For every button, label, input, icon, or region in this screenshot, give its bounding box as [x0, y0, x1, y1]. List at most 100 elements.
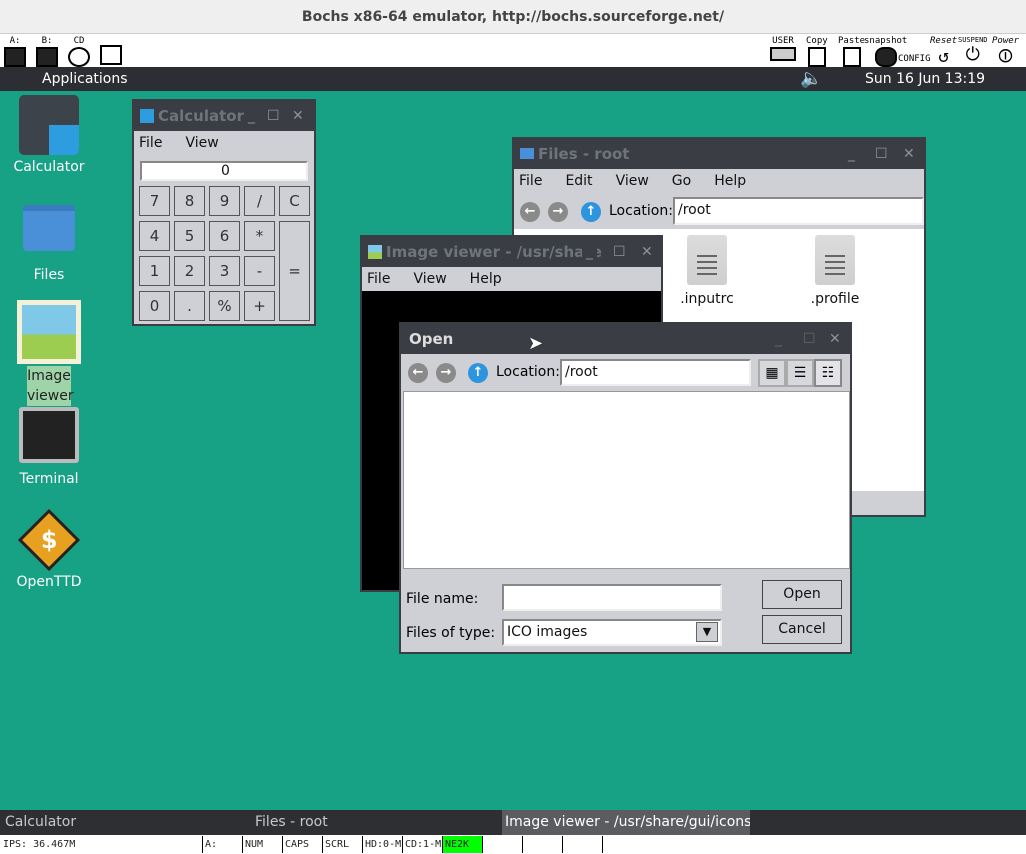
cdrom-button[interactable]: CD	[68, 36, 90, 67]
taskbar: Calculator Files - root Image viewer - /…	[0, 810, 1026, 835]
minimize-icon[interactable]: _	[848, 139, 855, 169]
key-8[interactable]: *	[244, 221, 275, 251]
desktop-icon-calculator[interactable]: Calculator	[0, 95, 98, 175]
suspend-button[interactable]: SUSPEND ⏻	[958, 36, 988, 65]
forward-button[interactable]: →	[436, 363, 456, 383]
task-files[interactable]: Files - root	[255, 810, 328, 835]
menu-bar: File View	[134, 131, 314, 155]
up-button[interactable]: ↑	[468, 363, 488, 383]
terminal-icon	[19, 407, 79, 463]
reset-button[interactable]: Reset ↺	[930, 36, 957, 67]
location-input[interactable]: /root	[560, 359, 751, 386]
key-10[interactable]: 2	[174, 256, 205, 286]
task-image-viewer[interactable]: Image viewer - /usr/share/gui/icons/(	[502, 810, 750, 835]
power-button[interactable]: Power ⏼	[992, 36, 1019, 67]
user-button[interactable]: USER	[770, 36, 796, 61]
file-item[interactable]: .inputrc	[667, 235, 747, 307]
close-icon[interactable]: ✕	[903, 139, 915, 169]
config-button[interactable]: CONFIG	[898, 54, 931, 64]
task-calculator[interactable]: Calculator	[5, 810, 76, 835]
key-equals[interactable]: =	[279, 221, 310, 321]
key-15[interactable]: %	[209, 291, 240, 321]
applications-menu[interactable]: Applications	[42, 67, 128, 91]
copy-button[interactable]: Copy	[806, 36, 828, 67]
forward-button[interactable]: →	[548, 202, 568, 222]
minimize-icon[interactable]: _	[775, 324, 782, 354]
key-14[interactable]: .	[174, 291, 205, 321]
title-bar[interactable]: Image viewer - /usr/share _ ☐ ✕	[362, 237, 661, 267]
status-cd: CD:1-M	[402, 836, 442, 853]
minimize-icon[interactable]: _	[244, 101, 259, 131]
close-icon[interactable]: ✕	[292, 101, 304, 131]
desktop-icon-terminal[interactable]: Terminal	[0, 407, 98, 487]
filename-input[interactable]	[502, 584, 722, 611]
maximize-icon[interactable]: ☐	[803, 324, 816, 354]
file-list[interactable]	[403, 391, 850, 569]
detail-view-button[interactable]: ☷	[814, 359, 842, 387]
minimize-icon[interactable]: _	[582, 237, 597, 267]
maximize-icon[interactable]: ☐	[267, 101, 280, 131]
mouse-cursor: ➤	[528, 333, 544, 354]
title-bar[interactable]: Files - root _ ☐ ✕	[514, 139, 924, 169]
close-icon[interactable]: ✕	[829, 324, 841, 354]
close-icon[interactable]: ✕	[641, 237, 653, 267]
filetype-select[interactable]: ICO images ▼	[502, 619, 722, 646]
key-9[interactable]: 1	[139, 256, 170, 286]
menu-view[interactable]: View	[413, 271, 446, 287]
key-1[interactable]: 8	[174, 186, 205, 216]
chevron-down-icon[interactable]: ▼	[696, 622, 718, 642]
back-button[interactable]: ←	[520, 202, 540, 222]
status-num: NUM	[242, 836, 282, 853]
key-5[interactable]: 4	[139, 221, 170, 251]
filetype-value: ICO images	[507, 624, 588, 640]
desktop-icon-files[interactable]: Files	[0, 205, 98, 283]
paste-button[interactable]: Paste	[838, 36, 865, 67]
open-button[interactable]: Open	[762, 580, 842, 609]
label: CONFIG	[898, 54, 931, 64]
file-item[interactable]: .profile	[795, 235, 875, 307]
key-6[interactable]: 5	[174, 221, 205, 251]
title-bar[interactable]: Calculator _ ☐ ✕	[134, 101, 314, 131]
maximize-icon[interactable]: ☐	[613, 237, 626, 267]
key-3[interactable]: /	[244, 186, 275, 216]
key-16[interactable]: +	[244, 291, 275, 321]
key-11[interactable]: 3	[209, 256, 240, 286]
menu-file[interactable]: File	[139, 135, 162, 151]
menu-go[interactable]: Go	[672, 173, 691, 189]
speaker-icon[interactable]: 🔈	[800, 67, 822, 91]
menu-help[interactable]: Help	[714, 173, 746, 189]
cancel-button[interactable]: Cancel	[762, 615, 842, 644]
menu-edit[interactable]: Edit	[565, 173, 592, 189]
icon-view-button[interactable]: ▦	[758, 359, 786, 387]
menu-file[interactable]: File	[367, 271, 390, 287]
menu-file[interactable]: File	[519, 173, 542, 189]
key-0[interactable]: 7	[139, 186, 170, 216]
maximize-icon[interactable]: ☐	[875, 139, 888, 169]
key-7[interactable]: 6	[209, 221, 240, 251]
key-4[interactable]: C	[279, 186, 310, 216]
key-2[interactable]: 9	[209, 186, 240, 216]
list-view-button[interactable]: ☰	[786, 359, 814, 387]
title-bar[interactable]: Open _ ☐ ✕	[401, 324, 850, 354]
menu-help[interactable]: Help	[470, 271, 502, 287]
clock[interactable]: Sun 16 Jun 13:19	[865, 67, 985, 91]
filetype-label: Files of type:	[406, 625, 496, 641]
floppy-b-button[interactable]: B:	[36, 36, 58, 67]
columns-icon: ☷	[821, 365, 835, 381]
desktop-icon-image-viewer[interactable]: Image viewer	[0, 300, 98, 406]
back-button[interactable]: ←	[408, 363, 428, 383]
ips-readout: IPS: 36.467M	[3, 839, 76, 850]
list-icon: ☰	[793, 365, 807, 381]
menu-view[interactable]: View	[616, 173, 649, 189]
menu-view[interactable]: View	[185, 135, 218, 151]
location-input[interactable]: /root	[673, 197, 924, 225]
copy-icon	[807, 47, 826, 67]
key-13[interactable]: 0	[139, 291, 170, 321]
mouse-button[interactable]	[100, 44, 122, 65]
floppy-a-button[interactable]: A:	[4, 36, 26, 67]
paste-icon	[842, 47, 861, 67]
key-12[interactable]: -	[244, 256, 275, 286]
desktop-icon-openttd[interactable]: $ OpenTTD	[0, 508, 98, 590]
up-button[interactable]: ↑	[581, 202, 601, 222]
status-empty	[562, 836, 602, 853]
